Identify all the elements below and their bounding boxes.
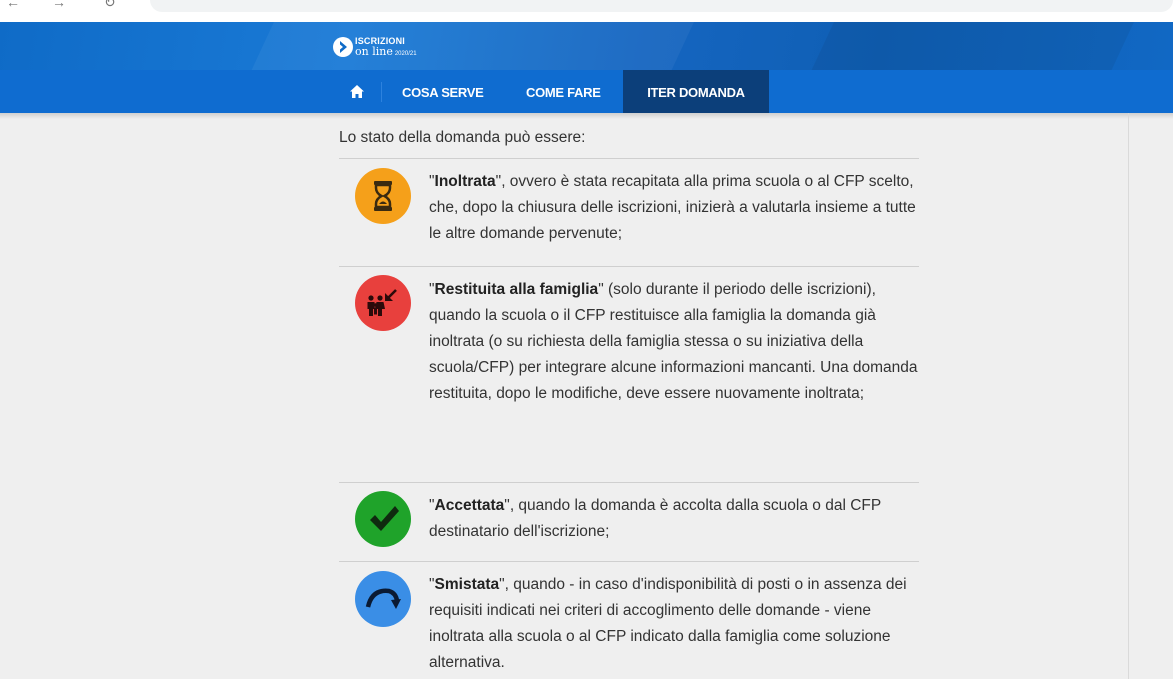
status-description: "Inoltrata", ovvero è stata recapitata a…: [429, 173, 916, 242]
nav-iter-domanda[interactable]: ITER DOMANDA: [623, 70, 769, 113]
site-logo[interactable]: ISCRIZIONI on line 2020/21: [333, 35, 453, 61]
divider: [339, 482, 919, 483]
site-header: [0, 22, 1173, 70]
address-bar[interactable]: [150, 0, 1173, 12]
header-decoration: [227, 22, 713, 70]
divider: [339, 561, 919, 562]
forward-icon[interactable]: →: [52, 0, 66, 10]
main-navigation: COSA SERVE COME FARE ITER DOMANDA: [0, 70, 1173, 113]
browser-toolbar: ← → ↻: [0, 0, 1173, 22]
nav-home[interactable]: [333, 70, 381, 113]
nav-separator: [381, 82, 382, 102]
logo-subtitle: on line 2020/21: [355, 45, 417, 58]
status-description: "Accettata", quando la domanda è accolta…: [429, 497, 881, 540]
hourglass-icon: [355, 168, 411, 224]
header-decoration: [787, 22, 1153, 70]
status-title: Accettata: [434, 497, 505, 514]
logo-year: 2020/21: [394, 51, 417, 57]
reload-icon[interactable]: ↻: [104, 0, 116, 11]
status-description: "Smistata", quando - in caso d'indisponi…: [429, 576, 907, 671]
nav-come-fare[interactable]: COME FARE: [526, 70, 601, 113]
logo-arrow-icon: [333, 37, 353, 57]
status-title: Inoltrata: [434, 173, 496, 190]
status-title: Restituita alla famiglia: [434, 281, 599, 298]
back-icon[interactable]: ←: [6, 0, 20, 10]
nav-cosa-serve[interactable]: COSA SERVE: [402, 70, 484, 113]
divider: [339, 266, 919, 267]
status-description: "Restituita alla famiglia" (solo durante…: [429, 281, 918, 402]
redirect-arrow-icon: [355, 571, 411, 627]
sidebar-divider: [1128, 113, 1129, 679]
divider: [339, 158, 919, 159]
family-return-icon: [355, 275, 411, 331]
header-shadow: [0, 113, 1173, 119]
intro-text: Lo stato della domanda può essere:: [339, 129, 586, 146]
status-title: Smistata: [434, 576, 500, 593]
home-icon: [350, 85, 364, 98]
checkmark-icon: [355, 491, 411, 547]
